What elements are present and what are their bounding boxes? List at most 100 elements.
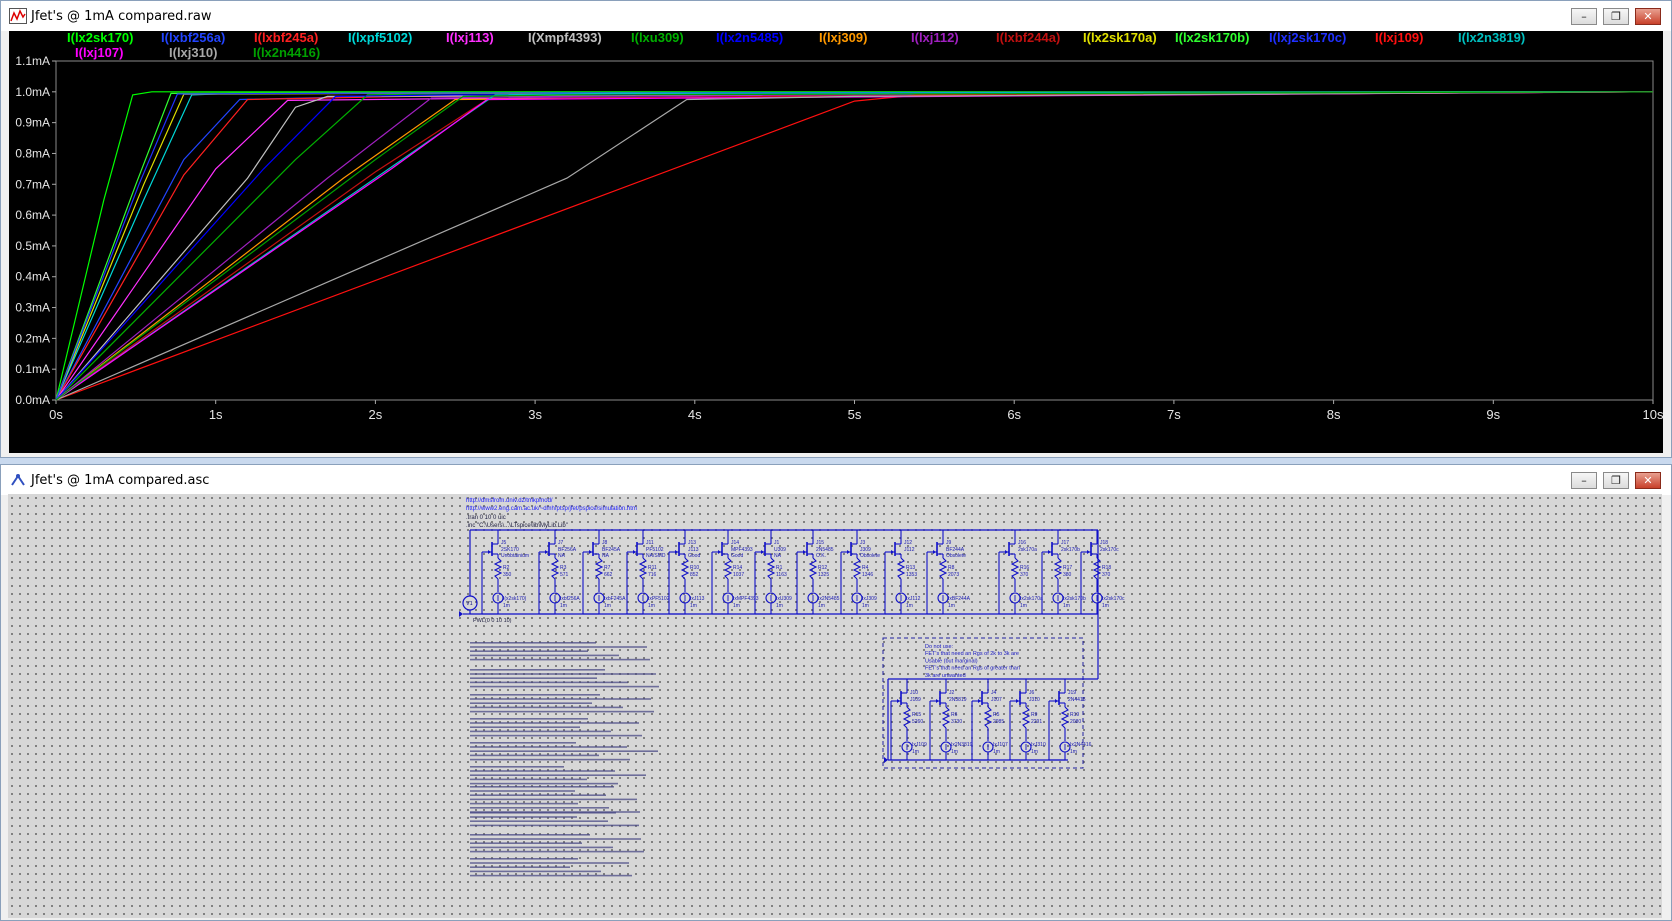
series-line[interactable] (55, 91, 1654, 401)
legend-entry[interactable]: I(lx2n4416) (253, 45, 320, 60)
legend-entry[interactable]: I(lx2n5485) (716, 31, 783, 45)
resistor-value: 852 (690, 572, 699, 578)
minimize-button[interactable]: – (1571, 8, 1597, 25)
legend-entry[interactable]: I(lxj310) (169, 45, 217, 60)
jfet-stage[interactable]: J152N5485O.K.R121325Ix2N54851m (796, 530, 840, 615)
legend-entry[interactable]: I(lx2sk170b) (1175, 31, 1249, 45)
jfet-stage[interactable]: J10J109 R155260 IxJ1091m (890, 679, 927, 761)
series-line[interactable] (55, 91, 1653, 401)
jfet-stage[interactable]: J8BF245ANAR7662IxbF245A1m (582, 530, 626, 615)
legend-entry[interactable]: I(lxj112) (911, 31, 959, 45)
resistor (902, 706, 912, 729)
legend-entry[interactable]: I(lx2n3819) (1458, 31, 1525, 45)
series-line[interactable] (55, 91, 1654, 401)
schematic-drawing[interactable]: http://dmsfrom.univ.dz/tmkpmod/http://ww… (8, 494, 1662, 918)
jfet-stage[interactable]: J11PF5102NA/SMDR11716IxPF51021m (626, 530, 670, 615)
gate-arrow (933, 550, 936, 554)
series-line[interactable] (55, 91, 1654, 401)
series-line[interactable] (55, 91, 1654, 401)
legend-entry[interactable]: I(lxbf256a) (161, 31, 225, 45)
legend-entry[interactable]: I(lxj2sk170c) (1269, 31, 1346, 45)
schematic-canvas[interactable]: http://dmsfrom.univ.dz/tmkpmod/http://ww… (8, 494, 1662, 918)
legend-entry[interactable]: I(lxj309) (819, 31, 867, 45)
current-source-value: 1m (690, 603, 697, 609)
resistor-value: 2073 (948, 572, 959, 578)
legend-entry[interactable]: I(lxbf244a) (996, 31, 1060, 45)
jfet-stage[interactable]: J52SK170UnobtainiumR2350I(x2sk170)1m (481, 530, 529, 615)
legend-entry[interactable]: I(lxpf5102) (348, 31, 412, 45)
jfet-stage[interactable]: J1U309NAR11163IxU3091m (754, 530, 792, 615)
jfet-stage[interactable]: J172sk170b R17380 Ix2sk170b1m (1041, 530, 1086, 615)
schematic-titlebar[interactable]: Jfet's @ 1mA compared.asc – ❐ ✕ (1, 465, 1671, 495)
model-text-line (470, 807, 609, 809)
part-rating: NA (602, 553, 610, 559)
legend-entry[interactable]: I(lxj109) (1375, 31, 1423, 45)
close-button[interactable]: ✕ (1635, 472, 1661, 489)
waveform-plot[interactable]: 0.0mA 0.1mA 0.2mA 0.3mA 0.4mA 0.5mA 0.6mA 0.7mA… (9, 31, 1663, 453)
current-source-value: 1m (1020, 603, 1027, 609)
resistor-ref: R14 (733, 565, 742, 571)
legend-entry[interactable]: I(lxj113) (446, 31, 494, 45)
series-line[interactable] (55, 91, 1654, 401)
jfet-stage[interactable]: J6J310 R92291 IxJ3101m (1009, 679, 1046, 761)
current-source-label: Ix2N4416 (1070, 742, 1092, 748)
restore-button[interactable]: ❐ (1603, 8, 1629, 25)
series-line[interactable] (55, 91, 1654, 401)
model-text-line (470, 722, 639, 724)
jfet-stage[interactable]: J182sk170c R18370 Ix2sk170c1m (1080, 530, 1125, 615)
current-source-label: IxU309 (776, 596, 792, 602)
jfet-stage[interactable]: J22N3819 R63730 Ix2N38191m (929, 679, 973, 761)
series-line[interactable] (55, 91, 1654, 401)
series-line[interactable] (55, 91, 1654, 401)
close-button[interactable]: ✕ (1635, 8, 1661, 25)
model-text-line (470, 706, 623, 709)
jfet-stage[interactable]: J192N4416 R192080 Ix2N44161m (1048, 679, 1092, 761)
model-text-line (470, 677, 597, 679)
series-line[interactable] (55, 91, 1654, 401)
schematic-app-icon (11, 474, 25, 486)
jfet-stage[interactable]: J14MPF4393GoodR141037IxMPF43931m (711, 530, 759, 615)
resistor (1021, 706, 1031, 729)
series-line[interactable] (55, 91, 1654, 401)
jfet-stage[interactable]: J7BF256ANAR3571Ixbf256A1m (538, 530, 580, 615)
model-text-line (470, 758, 630, 761)
plot-area[interactable]: 0.0mA 0.1mA 0.2mA 0.3mA 0.4mA 0.5mA 0.6mA 0.7mA… (9, 31, 1663, 453)
legend-entry[interactable]: I(lx2sk170) (67, 31, 134, 45)
part-ref: J1 (774, 540, 780, 546)
minimize-button[interactable]: – (1571, 472, 1597, 489)
restore-button[interactable]: ❐ (1603, 472, 1629, 489)
jfet-stage[interactable]: J12J112 R131353 IxJ1121m (884, 530, 921, 615)
series-line[interactable] (55, 91, 1654, 401)
resistor-value: 1346 (862, 572, 873, 578)
model-text-line (470, 650, 588, 652)
current-source-value: 1m (1063, 603, 1070, 609)
legend-entry[interactable]: I(lx2sk170a) (1083, 31, 1157, 45)
part-rating: Good (731, 553, 743, 559)
jfet-stage[interactable]: J3J309ObsoleteR41346IxJ3091m (840, 530, 880, 615)
legend-entry[interactable]: I(lxj107) (75, 45, 123, 60)
series-line[interactable] (55, 91, 1654, 401)
model-text-line (470, 798, 637, 801)
series-line[interactable] (55, 91, 1654, 401)
legend-entry[interactable]: I(Xmpf4393) (528, 31, 602, 45)
current-source-label: Ix2sk170a (1020, 596, 1043, 602)
jfet-stage[interactable]: J9BF244AObsoleteR82073IxBF244A1m (926, 530, 971, 615)
x-tick-label: 3s (528, 407, 542, 422)
x-tick-label: 6s (1007, 407, 1021, 422)
waveform-titlebar[interactable]: Jfet's @ 1mA compared.raw – ❐ ✕ (1, 1, 1671, 31)
model-text-line (470, 846, 613, 849)
jfet-stage[interactable]: J13J113GoodR10852IxJ1131m (668, 530, 705, 615)
model-text-line (470, 824, 639, 827)
part-rating: Obsolete (860, 553, 880, 559)
jfet-stage[interactable]: J162sk170a R16370 Ix2sk170a1m (998, 530, 1043, 615)
series-line[interactable] (55, 91, 1654, 401)
series-line[interactable] (55, 91, 1654, 401)
series-line[interactable] (55, 91, 1654, 401)
legend-entry[interactable]: I(lxbf245a) (254, 31, 318, 45)
current-source-value: 1m (560, 603, 567, 609)
series-line[interactable] (55, 91, 1654, 401)
jfet-stage[interactable]: J4J107 R52985 IxJ1071m (971, 679, 1008, 761)
legend-entry[interactable]: I(lxu309) (631, 31, 684, 45)
series-line[interactable] (55, 91, 1654, 401)
source-spec: PWL(0 0 10 10) (473, 618, 512, 624)
